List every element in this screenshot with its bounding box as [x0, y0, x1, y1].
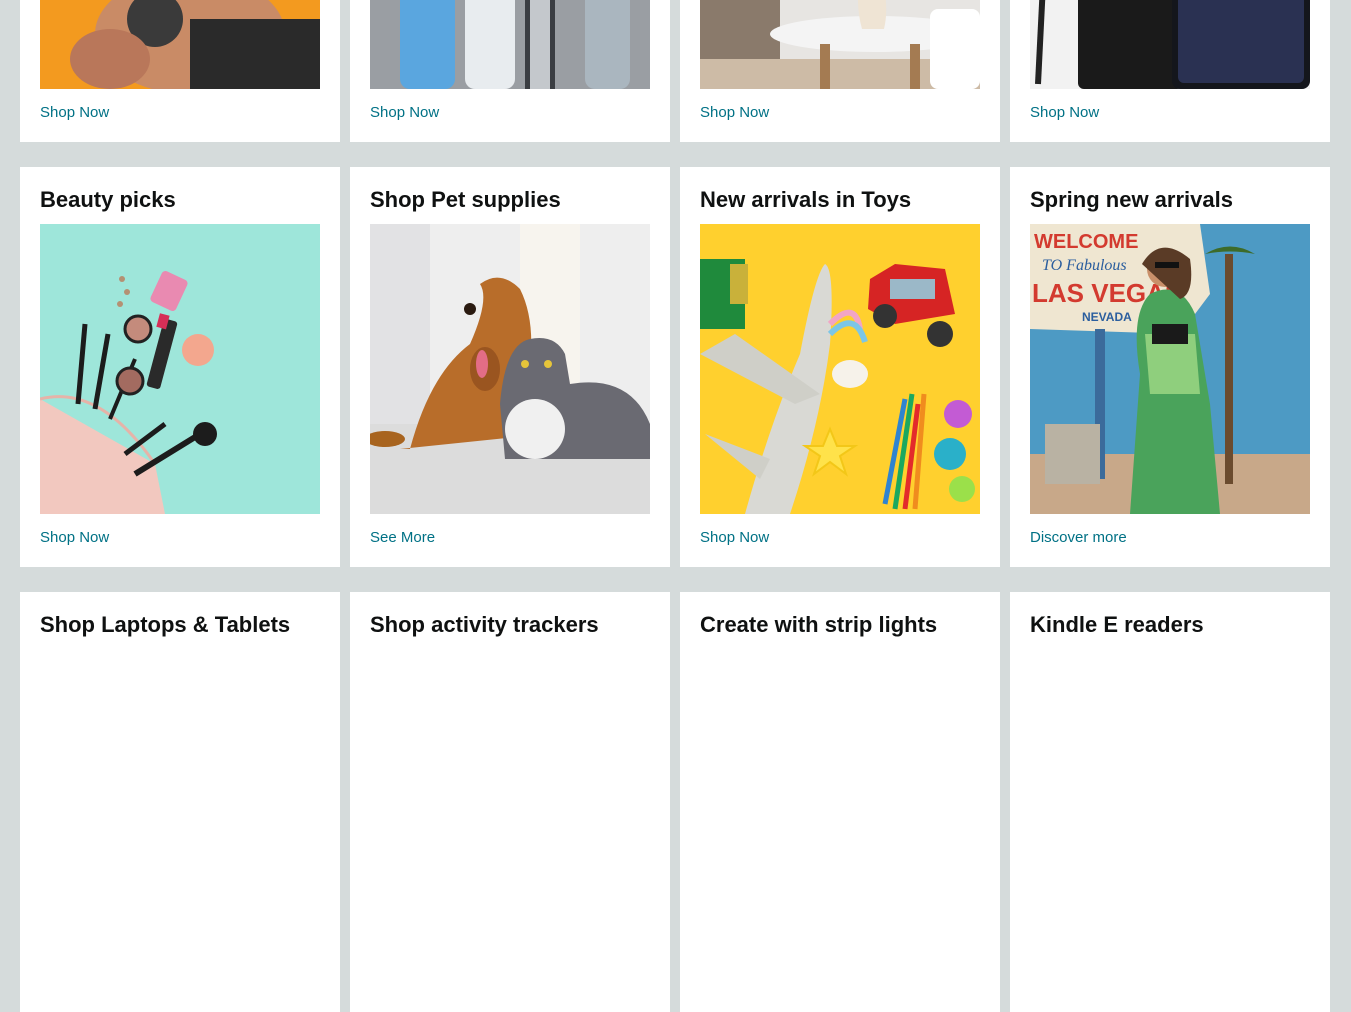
product-card: Spring new arrivals WELCOME TO Fabulous … — [1010, 167, 1330, 567]
shop-now-link[interactable]: Shop Now — [370, 104, 439, 121]
sign-fabulous-text: TO Fabulous — [1042, 257, 1127, 274]
card-title: Spring new arrivals — [1030, 187, 1233, 212]
dog-and-cat-image[interactable] — [370, 224, 650, 514]
card-title: Kindle E readers — [1030, 612, 1204, 637]
product-card: Shop Now — [350, 0, 670, 142]
card-title: New arrivals in Toys — [700, 187, 912, 212]
toys-image[interactable] — [700, 224, 980, 514]
product-card: Shop Pet supplies See More — [350, 167, 670, 567]
product-card: Shop activity trackers — [350, 592, 670, 1012]
product-card: Shop Now — [680, 0, 1000, 142]
card-row-bottom: Shop Laptops & Tablets Shop activity tra… — [20, 592, 1331, 1012]
product-card: Shop Now — [20, 0, 340, 142]
card-title: Beauty picks — [40, 187, 176, 212]
sign-nevada-text: NEVADA — [1082, 310, 1132, 324]
see-more-link[interactable]: See More — [370, 529, 435, 546]
product-card: New arrivals in Toys Shop Now — [680, 167, 1000, 567]
water-bottles-image[interactable] — [370, 0, 650, 89]
shop-now-link[interactable]: Shop Now — [40, 104, 109, 121]
makeup-image[interactable] — [40, 224, 320, 514]
card-title: Create with strip lights — [700, 612, 938, 637]
fitness-image[interactable] — [40, 0, 320, 89]
product-card: Kindle E readers — [1010, 592, 1330, 1012]
samsung-phone-image[interactable] — [1030, 0, 1310, 89]
las-vegas-fashion-image[interactable]: WELCOME TO Fabulous LAS VEGAS NEVADA — [1030, 224, 1310, 514]
shop-now-link[interactable]: Shop Now — [700, 104, 769, 121]
product-card: Shop Laptops & Tablets — [20, 592, 340, 1012]
shop-now-link[interactable]: Shop Now — [40, 529, 109, 546]
shop-now-link[interactable]: Shop Now — [1030, 104, 1099, 121]
shop-now-link[interactable]: Shop Now — [700, 529, 769, 546]
product-card: Shop Now — [1010, 0, 1330, 142]
card-title: Shop activity trackers — [370, 612, 599, 637]
product-card: Beauty picks Shop Now — [20, 167, 340, 567]
card-row-top: Shop Now Shop Now Shop Now Shop Now — [20, 0, 1331, 142]
discover-more-link[interactable]: Discover more — [1030, 529, 1127, 546]
card-title: Shop Laptops & Tablets — [40, 612, 291, 637]
sign-welcome-text: WELCOME — [1034, 231, 1138, 253]
card-row-middle: Beauty picks Shop Now Shop Pet supplies … — [20, 167, 1331, 567]
card-title: Shop Pet supplies — [370, 187, 561, 212]
home-decor-image[interactable] — [700, 0, 980, 89]
product-card: Create with strip lights — [680, 592, 1000, 1012]
